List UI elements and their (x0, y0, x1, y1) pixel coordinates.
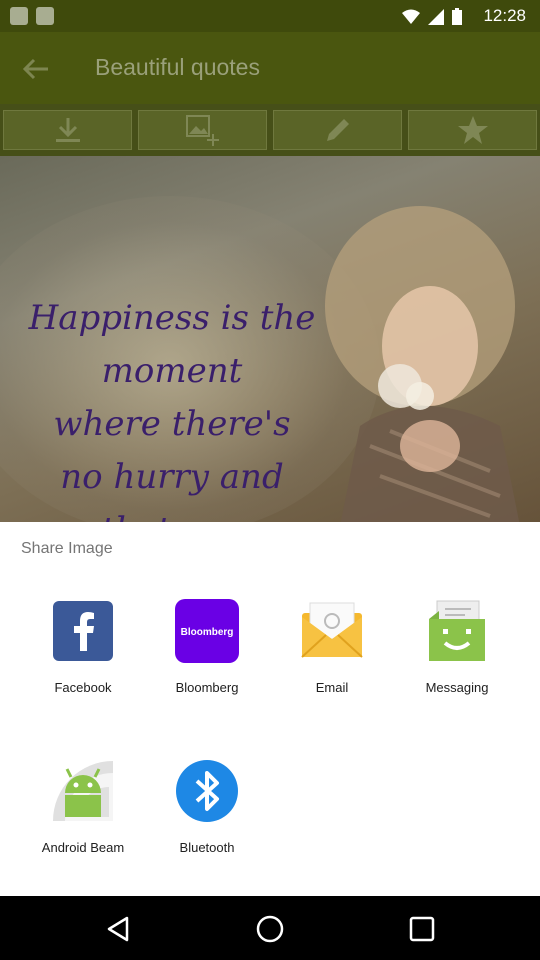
recents-icon[interactable] (407, 914, 437, 944)
star-icon (457, 116, 488, 144)
toolbar (0, 104, 540, 156)
messaging-icon (429, 600, 485, 661)
facebook-icon (53, 601, 113, 661)
back-icon[interactable] (103, 914, 133, 944)
navigation-bar (0, 896, 540, 960)
add-image-button[interactable] (138, 110, 267, 150)
status-bar: 12:28 (0, 0, 540, 32)
notification-icon (36, 7, 54, 25)
share-target-facebook[interactable]: Facebook (21, 599, 145, 695)
share-target-android-beam[interactable]: Android Beam (21, 759, 145, 855)
quote-image: Happiness is the moment where there's no… (0, 156, 540, 522)
share-sheet: Share Image Facebook Bloomberg Bloomberg… (0, 522, 540, 896)
quote-line: Happiness is the (28, 298, 316, 338)
girl-blowing-dandelion-illustration (325, 206, 520, 522)
quote-line: that you (22, 504, 322, 522)
quote-text: Happiness is the moment where there's no… (22, 292, 322, 522)
quote-line: moment (101, 351, 243, 391)
android-beam-icon (53, 761, 113, 821)
wifi-icon (402, 9, 420, 24)
quote-line: where there's (53, 404, 291, 444)
system-icons (402, 8, 462, 25)
share-target-messaging[interactable]: Messaging (395, 599, 519, 695)
add-image-icon (185, 115, 219, 146)
download-icon (55, 118, 80, 142)
bluetooth-icon (176, 760, 238, 822)
share-target-label: Android Beam (41, 840, 125, 855)
share-target-email[interactable]: Email (270, 599, 394, 695)
bloomberg-icon: Bloomberg (175, 599, 239, 663)
status-time: 12:28 (483, 6, 526, 25)
share-target-bluetooth[interactable]: Bluetooth (145, 759, 269, 855)
share-sheet-title: Share Image (21, 540, 113, 557)
share-target-label: Bluetooth (179, 840, 235, 855)
notification-icon (10, 7, 28, 25)
notification-icons (10, 7, 54, 25)
email-icon (301, 602, 363, 658)
home-icon[interactable] (255, 914, 285, 944)
battery-icon (452, 8, 462, 25)
edit-button[interactable] (273, 110, 402, 150)
share-target-label: Facebook (54, 680, 112, 695)
favorite-button[interactable] (408, 110, 537, 150)
signal-icon (428, 8, 444, 25)
share-target-label: Messaging (425, 680, 489, 695)
share-target-bloomberg[interactable]: Bloomberg Bloomberg (145, 599, 269, 695)
download-button[interactable] (3, 110, 132, 150)
quote-line: no hurry and (60, 457, 284, 497)
arrow-back-icon[interactable] (18, 54, 54, 84)
edit-pencil-icon (326, 119, 349, 141)
share-target-label: Email (315, 680, 349, 695)
share-target-label: Bloomberg (175, 680, 239, 695)
app-bar: Beautiful quotes (0, 32, 540, 104)
bloomberg-logo-text: Bloomberg (181, 627, 234, 638)
page-title: Beautiful quotes (95, 54, 260, 80)
